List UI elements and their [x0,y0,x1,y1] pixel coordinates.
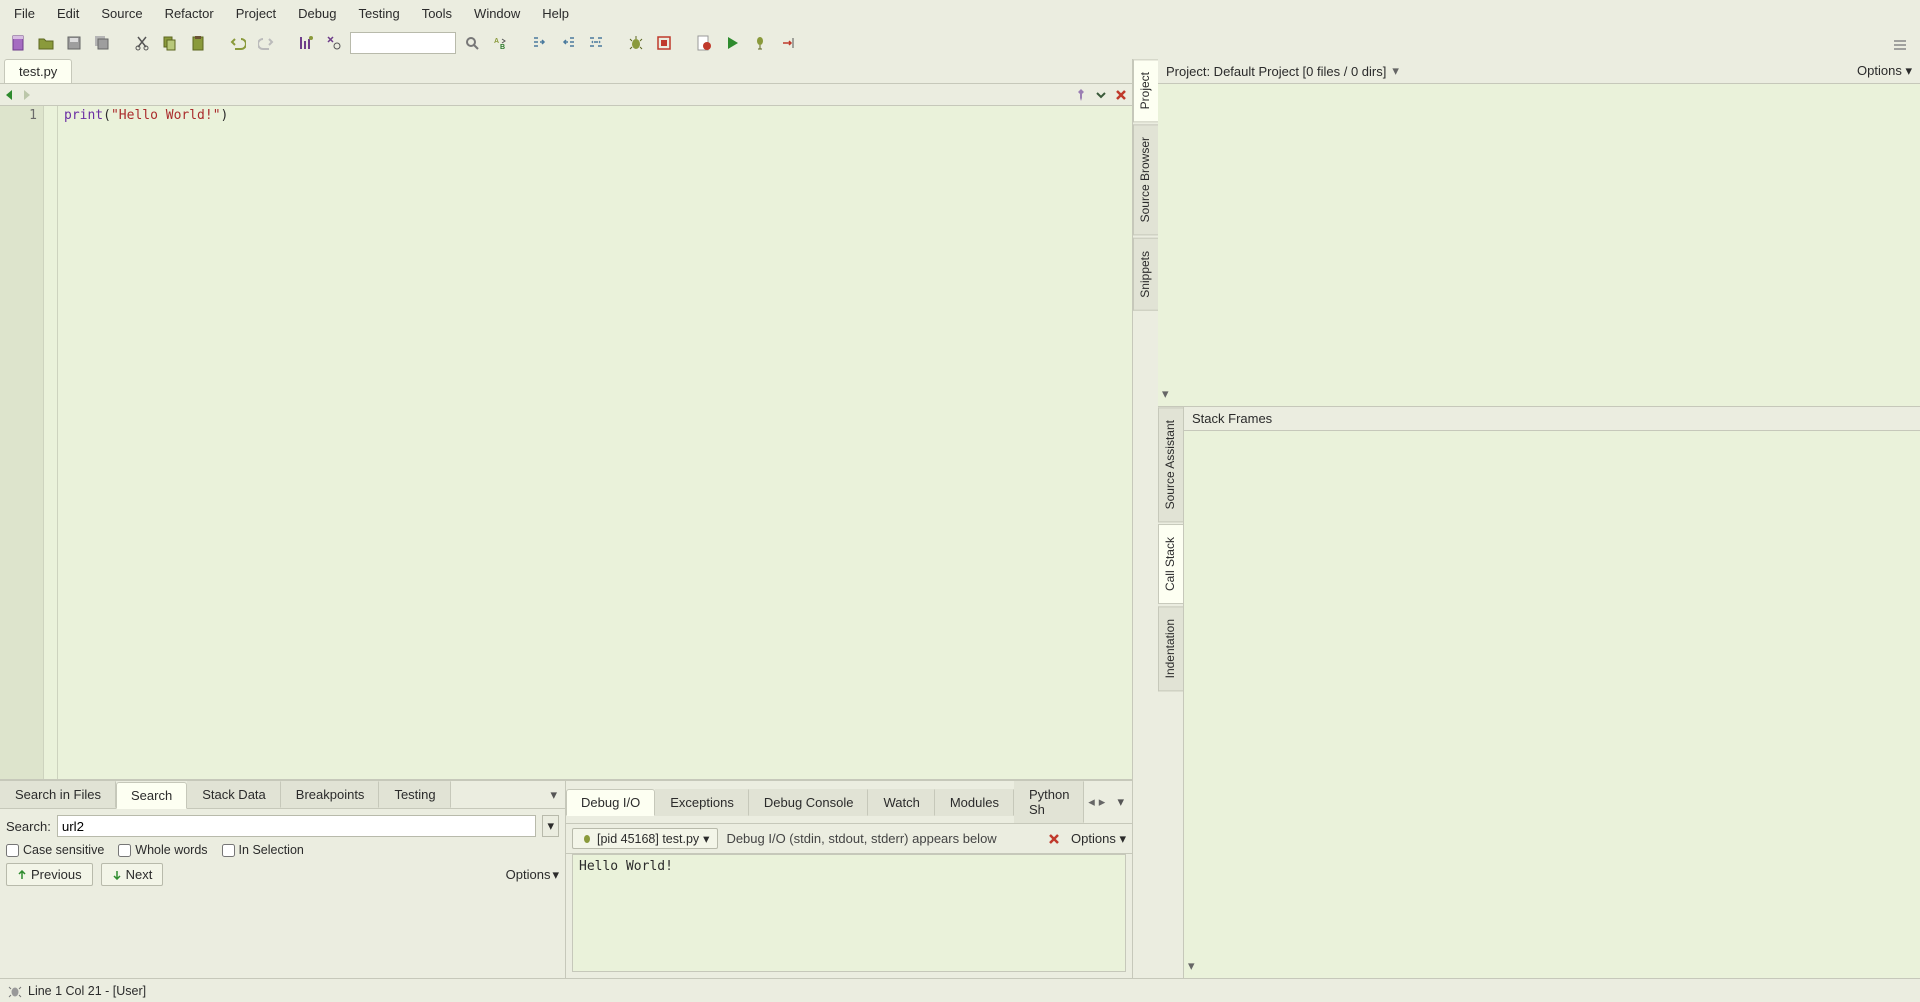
stack-frames-list[interactable]: ▾ [1184,431,1920,978]
debug-icon[interactable] [624,31,648,55]
hamburger-icon[interactable] [1888,33,1912,57]
vtab-source-browser[interactable]: Source Browser [1133,124,1158,235]
menu-bar: File Edit Source Refactor Project Debug … [0,0,1920,27]
run-icon[interactable] [720,31,744,55]
search-options-menu[interactable]: Options ▾ [506,867,559,883]
project-options-menu[interactable]: Options ▾ [1857,63,1912,79]
vtab-project[interactable]: Project [1133,59,1158,122]
vtab-indentation[interactable]: Indentation [1158,606,1183,691]
tab-search[interactable]: Search [116,782,187,809]
new-file-icon[interactable] [6,31,30,55]
tab-python-shell[interactable]: Python Sh [1014,781,1084,823]
tab-exceptions[interactable]: Exceptions [655,789,749,816]
cut-icon[interactable] [130,31,154,55]
close-editor-icon[interactable] [1114,88,1128,102]
process-selector[interactable]: [pid 45168] test.py ▾ [572,828,718,849]
status-bug-icon [8,984,22,998]
reformat-icon[interactable] [584,31,608,55]
nav-back-icon[interactable] [4,89,16,101]
save-icon[interactable] [62,31,86,55]
previous-button[interactable]: Previous [6,863,93,886]
debug-options-menu[interactable]: Options ▾ [1071,831,1126,847]
collapse-icon[interactable] [1094,88,1108,102]
whole-words-checkbox[interactable]: Whole words [118,843,207,857]
toolbar-search-input[interactable] [350,32,456,54]
search-dropdown-icon[interactable]: ▾ [542,815,559,837]
indent-icon[interactable] [528,31,552,55]
code-content[interactable]: print("Hello World!") [58,106,1132,779]
tab-stack-data[interactable]: Stack Data [187,781,281,808]
undo-icon[interactable] [226,31,250,55]
vtab-call-stack[interactable]: Call Stack [1158,524,1183,604]
svg-text:B: B [500,44,505,51]
debug-hint: Debug I/O (stdin, stdout, stderr) appear… [726,831,996,846]
tab-watch[interactable]: Watch [868,789,934,816]
svg-text:A: A [494,38,499,45]
file-tab-bar: test.py [0,59,1132,84]
find-symbol-icon[interactable] [322,31,346,55]
tab-breakpoints[interactable]: Breakpoints [281,781,380,808]
case-sensitive-checkbox[interactable]: Case sensitive [6,843,104,857]
line-gutter: 1 [0,106,44,779]
project-header[interactable]: Project: Default Project [0 files / 0 di… [1166,64,1386,79]
status-text: Line 1 Col 21 - [User] [28,984,146,998]
copy-icon[interactable] [158,31,182,55]
menu-window[interactable]: Window [464,2,530,25]
stack-frames-header: Stack Frames [1184,407,1920,431]
status-bar: Line 1 Col 21 - [User] [0,978,1920,1002]
search-tabs-dropdown-icon[interactable]: ▾ [542,787,565,803]
tab-debug-console[interactable]: Debug Console [749,789,869,816]
step-into-icon[interactable] [776,31,800,55]
project-panel-dropdown-icon[interactable]: ▾ [1162,386,1169,402]
toolbar: AB [0,27,1920,59]
tabs-scroll-right-icon[interactable]: ▸ [1097,794,1108,810]
menu-help[interactable]: Help [532,2,579,25]
replace-icon[interactable]: AB [488,31,512,55]
paste-icon[interactable] [186,31,210,55]
goto-icon[interactable] [294,31,318,55]
in-selection-checkbox[interactable]: In Selection [222,843,304,857]
debug-tabs-dropdown-icon[interactable]: ▾ [1109,794,1132,810]
fold-gutter [44,106,58,779]
search-input[interactable] [57,815,537,837]
pin-icon[interactable] [1074,88,1088,102]
breakpoint-icon[interactable] [692,31,716,55]
right-dock: Project Source Browser Snippets Project:… [1132,59,1920,978]
menu-source[interactable]: Source [91,2,152,25]
nav-forward-icon [20,89,32,101]
redo-icon[interactable] [254,31,278,55]
search-panel: Search in Files Search Stack Data Breakp… [0,781,566,978]
save-all-icon[interactable] [90,31,114,55]
editor-navbar [0,84,1132,106]
outdent-icon[interactable] [556,31,580,55]
tab-search-in-files[interactable]: Search in Files [0,781,116,808]
stop-debug-icon[interactable] [652,31,676,55]
tab-debug-io[interactable]: Debug I/O [566,789,655,816]
menu-project[interactable]: Project [226,2,286,25]
clear-output-icon[interactable] [1047,832,1061,846]
menu-refactor[interactable]: Refactor [155,2,224,25]
search-icon[interactable] [460,31,484,55]
step-icon[interactable] [748,31,772,55]
menu-testing[interactable]: Testing [348,2,409,25]
tab-testing[interactable]: Testing [379,781,450,808]
vtab-snippets[interactable]: Snippets [1133,238,1158,311]
file-tab-testpy[interactable]: test.py [4,59,72,83]
menu-tools[interactable]: Tools [412,2,462,25]
debug-output[interactable]: Hello World! [572,854,1126,972]
debug-panel: Debug I/O Exceptions Debug Console Watch… [566,781,1132,978]
stack-panel-dropdown-icon[interactable]: ▾ [1188,958,1195,974]
open-file-icon[interactable] [34,31,58,55]
code-editor[interactable]: 1 print("Hello World!") [0,106,1132,780]
tabs-scroll-left-icon[interactable]: ◂ [1086,794,1097,810]
next-button[interactable]: Next [101,863,164,886]
menu-debug[interactable]: Debug [288,2,346,25]
search-label: Search: [6,819,51,834]
menu-edit[interactable]: Edit [47,2,89,25]
menu-file[interactable]: File [4,2,45,25]
project-tree[interactable]: ▾ [1158,84,1920,406]
vtab-source-assistant[interactable]: Source Assistant [1158,407,1183,522]
tab-modules[interactable]: Modules [935,789,1014,816]
